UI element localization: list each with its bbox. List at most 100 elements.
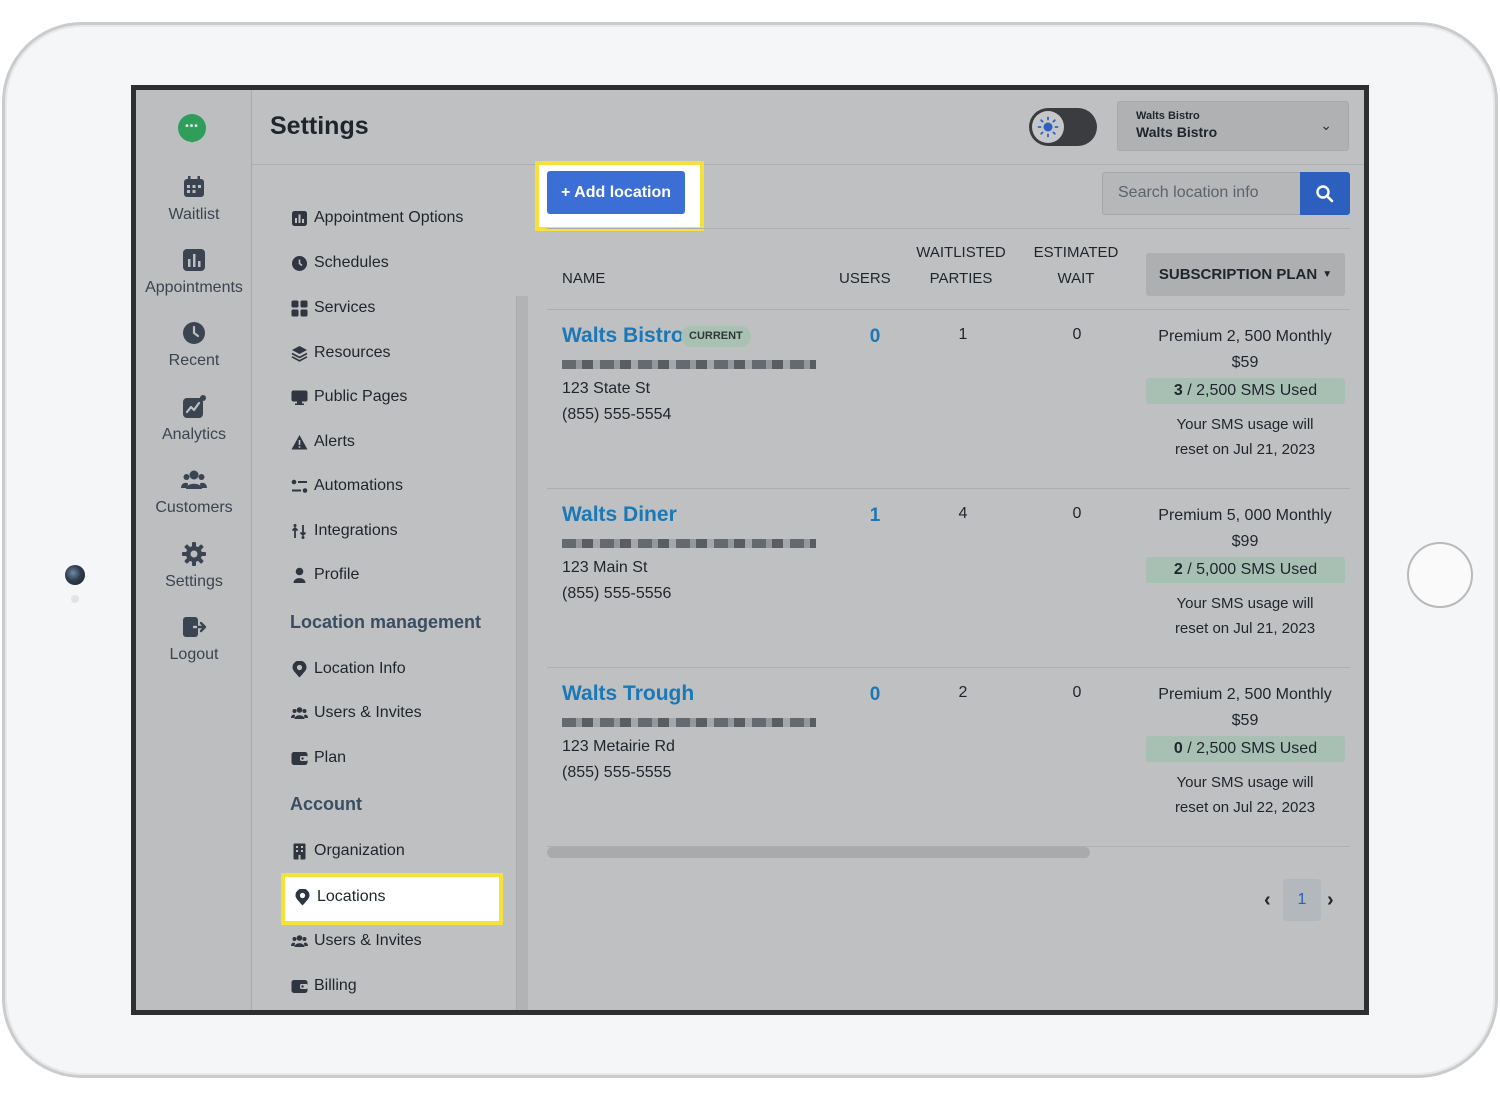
location-selector-location: Walts Bistro (1136, 124, 1218, 140)
estimated-wait: 0 (1072, 684, 1082, 701)
users-icon (181, 467, 207, 493)
home-button[interactable] (1407, 542, 1473, 608)
rail-item-customers[interactable]: Customers (136, 467, 252, 517)
nav-item-label: Resources (314, 344, 391, 361)
divider (547, 228, 1350, 229)
location-pin-icon (293, 888, 311, 906)
location-address: 123 Metairie Rd (562, 738, 675, 755)
rail-item-waitlist[interactable]: Waitlist (136, 174, 252, 224)
theme-toggle[interactable] (1029, 108, 1097, 146)
nav-item-label: Location Info (314, 660, 406, 677)
rail-label: Analytics (161, 426, 227, 443)
nav-item-users-invites[interactable]: Users & Invites (290, 704, 422, 722)
top-header: Settings Walts Bistro Walts Bistro ⌄ (252, 90, 1364, 165)
rail-item-settings[interactable]: Settings (136, 541, 252, 591)
nav-item-label: Appointment Options (314, 209, 464, 226)
sms-reset-line2: reset on Jul 21, 2023 (1174, 441, 1316, 458)
rail-item-logout[interactable]: Logout (136, 614, 252, 664)
main-content: + Add location Search location info NAME… (531, 161, 1364, 1010)
sms-reset-line1: Your SMS usage will (1176, 774, 1314, 791)
nav-item-locations[interactable]: Locations (293, 888, 386, 906)
nav-item-organization[interactable]: Organization (290, 842, 405, 860)
clock-icon (181, 320, 207, 346)
sms-usage: 0 / 2,500 SMS Used (1146, 736, 1345, 762)
rail-item-recent[interactable]: Recent (136, 320, 252, 370)
plan-info: Premium 2, 500 Monthly $59 (1145, 682, 1345, 734)
rail-label: Appointments (145, 279, 243, 296)
location-selector[interactable]: Walts Bistro Walts Bistro ⌄ (1117, 101, 1349, 151)
users-count-link[interactable]: 1 (860, 505, 890, 527)
col-header-estimated-line1: ESTIMATED (1033, 244, 1119, 261)
redacted-text (562, 718, 816, 727)
add-location-button[interactable]: + Add location (547, 171, 685, 214)
nav-item-appointment-options[interactable]: Appointment Options (290, 209, 463, 227)
nav-item-profile[interactable]: Profile (290, 566, 359, 584)
gear-icon (181, 541, 207, 567)
caret-down-icon: ▼ (1322, 269, 1333, 280)
nav-item-public-pages[interactable]: Public Pages (290, 388, 407, 406)
nav-item-label: Alerts (314, 433, 355, 450)
subscription-plan-dropdown[interactable]: SUBSCRIPTION PLAN ▼ (1146, 253, 1345, 296)
location-management-heading: Location management (290, 612, 482, 632)
col-header-estimated-wait: ESTIMATED WAIT (1026, 240, 1126, 292)
nav-item-resources[interactable]: Resources (290, 344, 390, 362)
plan-info: Premium 2, 500 Monthly $59 (1145, 324, 1345, 376)
nav-item-label: Profile (314, 566, 360, 583)
nav-item-label: Plan (314, 749, 347, 766)
nav-item-label: Automations (314, 477, 403, 494)
pager-prev-button[interactable]: ‹ (1264, 889, 1271, 912)
nav-item-account-users-invites[interactable]: Users & Invites (290, 932, 422, 950)
plan-info: Premium 5, 000 Monthly $99 (1145, 503, 1345, 555)
location-name-link[interactable]: Walts Trough (562, 682, 694, 706)
location-phone: (855) 555-5555 (562, 764, 672, 781)
pager-page-1[interactable]: 1 (1283, 879, 1321, 921)
location-phone: (855) 555-5556 (562, 585, 672, 602)
plan-price: $59 (1231, 354, 1259, 371)
waitlisted-parties: 2 (958, 684, 968, 701)
nav-item-integrations[interactable]: Integrations (290, 522, 398, 540)
nav-item-plan[interactable]: Plan (290, 749, 346, 767)
sms-reset-line1: Your SMS usage will (1176, 416, 1314, 433)
plan-name: Premium 2, 500 Monthly (1158, 686, 1332, 703)
table-row: Walts Diner 123 Main St (855) 555-5556 1… (547, 489, 1350, 667)
location-name-link[interactable]: Walts Bistro (562, 324, 684, 348)
plan-name: Premium 2, 500 Monthly (1158, 328, 1332, 345)
add-location-highlight: + Add location (535, 161, 704, 231)
sms-reset-line2: reset on Jul 21, 2023 (1174, 620, 1316, 637)
nav-item-billing[interactable]: Billing (290, 977, 357, 995)
search-input[interactable]: Search location info (1102, 172, 1301, 215)
nav-item-automations[interactable]: Automations (290, 477, 403, 495)
sensor (71, 595, 79, 603)
nav-item-locations-highlight[interactable]: Locations (281, 873, 503, 925)
nav-item-label: Locations (317, 888, 386, 905)
nav-scrollbar[interactable] (516, 296, 528, 1010)
nav-item-location-info[interactable]: Location Info (290, 660, 406, 678)
sms-reset-note: Your SMS usage will reset on Jul 21, 202… (1145, 591, 1345, 641)
rail-label: Waitlist (168, 206, 220, 223)
rail-item-analytics[interactable]: Analytics (136, 394, 252, 444)
page-title: Settings (270, 112, 369, 140)
pager-next-button[interactable]: › (1327, 889, 1334, 912)
table-row: Walts Trough 123 Metairie Rd (855) 555-5… (547, 668, 1350, 846)
users-count-link[interactable]: 0 (860, 684, 890, 706)
sms-reset-line2: reset on Jul 22, 2023 (1174, 799, 1316, 816)
sms-used-count: 3 (1173, 382, 1183, 399)
location-address: 123 Main St (562, 559, 648, 576)
horizontal-scrollbar[interactable] (547, 847, 1090, 858)
nav-item-services[interactable]: Services (290, 299, 375, 317)
nav-item-schedules[interactable]: Schedules (290, 254, 389, 272)
rail-label: Customers (155, 499, 233, 516)
location-address: 123 State St (562, 380, 651, 397)
brand-logo[interactable]: ••• (178, 114, 206, 143)
nav-item-alerts[interactable]: Alerts (290, 433, 355, 451)
users-count-link[interactable]: 0 (860, 326, 890, 348)
col-header-waitlisted: WAITLISTED PARTIES (911, 240, 1011, 292)
waitlisted-parties: 4 (958, 505, 968, 522)
nav-item-label: Services (314, 299, 376, 316)
wallet-icon (290, 977, 308, 995)
search-button[interactable] (1300, 172, 1350, 215)
location-name-link[interactable]: Walts Diner (562, 503, 677, 527)
rail-item-appointments[interactable]: Appointments (136, 247, 252, 297)
users-icon (290, 932, 308, 950)
sms-reset-note: Your SMS usage will reset on Jul 21, 202… (1145, 412, 1345, 462)
